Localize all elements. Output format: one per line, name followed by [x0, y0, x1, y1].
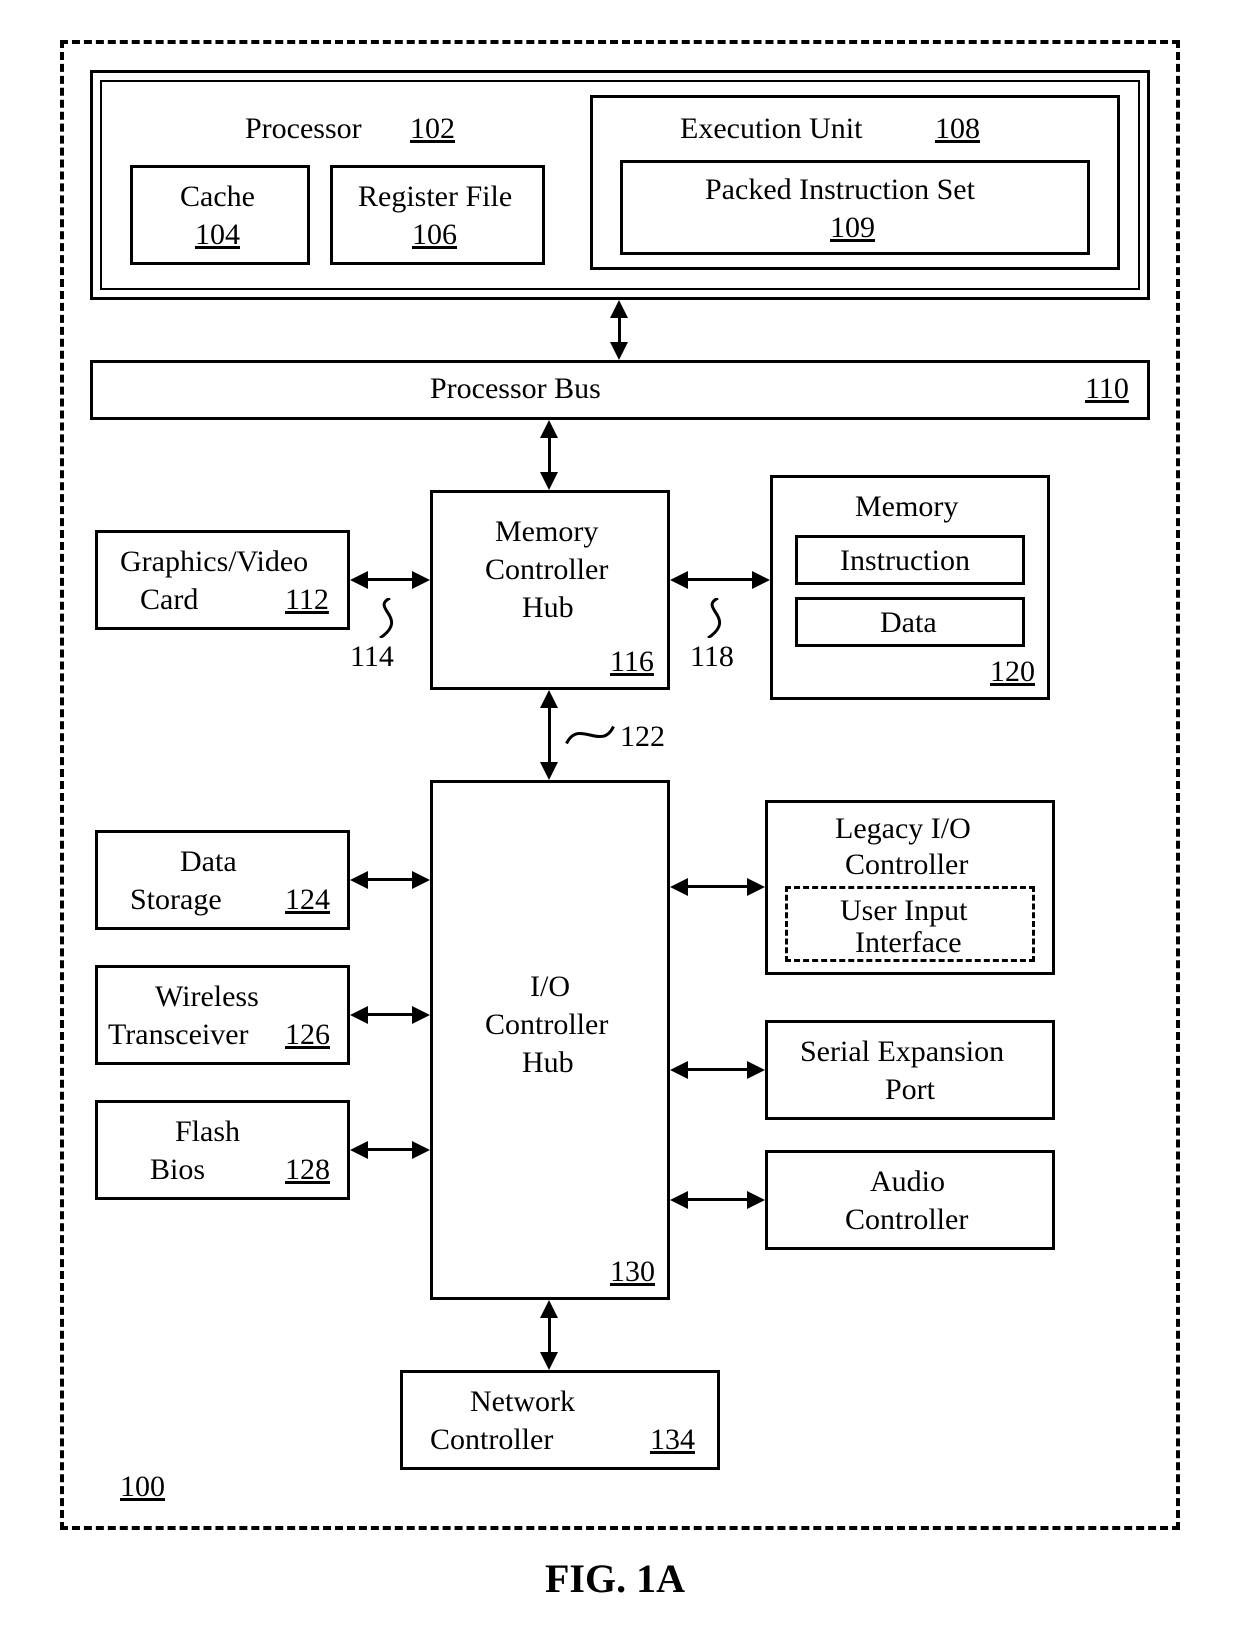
arrowhead-right-icon: [412, 871, 430, 889]
arrow-graphics-mch: [368, 578, 412, 581]
lio-l1: Legacy I/O: [835, 812, 971, 847]
diagram-page: 100 Processor 102 Cache 104 Register Fil…: [0, 0, 1240, 1630]
graphics-l1: Graphics/Video: [120, 545, 308, 580]
ich-l1: I/O: [530, 970, 570, 1005]
fb-ref: 128: [285, 1153, 330, 1188]
squiggle-icon: [688, 598, 748, 638]
arrow-mch-memory: [688, 578, 752, 581]
ds-ref: 124: [285, 883, 330, 918]
arrowhead-left-icon: [350, 1141, 368, 1159]
conn-118-label: 118: [690, 640, 734, 675]
arrowhead-down-icon: [540, 472, 558, 490]
processor-bus-box: [90, 360, 1150, 420]
memory-label: Memory: [855, 490, 958, 525]
arrowhead-down-icon: [540, 1352, 558, 1370]
mch-l1: Memory: [495, 515, 598, 550]
net-ref: 134: [650, 1423, 695, 1458]
execution-unit-label: Execution Unit: [680, 112, 862, 147]
register-file-label: Register File: [358, 180, 512, 215]
arrow-ich-net: [548, 1318, 551, 1352]
ich-ref: 130: [610, 1255, 655, 1290]
fb-l1: Flash: [175, 1115, 240, 1150]
processor-ref: 102: [410, 112, 455, 147]
arrowhead-right-icon: [412, 1006, 430, 1024]
arrowhead-right-icon: [752, 571, 770, 589]
arrow-au-ich: [688, 1198, 747, 1201]
arrow-sp-ich: [688, 1068, 747, 1071]
ich-l3: Hub: [522, 1046, 574, 1081]
arrowhead-left-icon: [350, 871, 368, 889]
execution-unit-ref: 108: [935, 112, 980, 147]
wl-l1: Wireless: [155, 980, 259, 1015]
squiggle-icon: [360, 598, 420, 638]
system-ref: 100: [120, 1470, 165, 1505]
processor-label: Processor: [245, 112, 362, 147]
mch-l2: Controller: [485, 553, 608, 588]
arrowhead-right-icon: [412, 1141, 430, 1159]
arrow-fb-ich: [368, 1148, 412, 1151]
graphics-l2: Card: [140, 583, 198, 618]
sp-l1: Serial Expansion: [800, 1035, 1004, 1070]
arrowhead-right-icon: [747, 1061, 765, 1079]
arrow-mch-ich: [548, 708, 551, 762]
ui-l1: User Input: [840, 894, 967, 929]
arrowhead-left-icon: [670, 571, 688, 589]
arrowhead-left-icon: [670, 1191, 688, 1209]
ds-l2: Storage: [130, 883, 222, 918]
processor-bus-label: Processor Bus: [430, 372, 601, 407]
arrowhead-left-icon: [350, 571, 368, 589]
au-l1: Audio: [870, 1165, 945, 1200]
conn-114-label: 114: [350, 640, 394, 675]
graphics-ref: 112: [285, 583, 329, 618]
packed-instr-ref: 109: [830, 211, 875, 246]
register-file-ref: 106: [412, 218, 457, 253]
processor-bus-ref: 110: [1085, 372, 1129, 407]
ich-l2: Controller: [485, 1008, 608, 1043]
net-l1: Network: [470, 1385, 575, 1420]
mch-ref: 116: [610, 645, 654, 680]
wl-ref: 126: [285, 1018, 330, 1053]
arrowhead-left-icon: [670, 878, 688, 896]
arrowhead-right-icon: [412, 571, 430, 589]
arrow-wl-ich: [368, 1013, 412, 1016]
sp-l2: Port: [885, 1073, 935, 1108]
arrow-ds-ich: [368, 878, 412, 881]
figure-caption: FIG. 1A: [545, 1555, 685, 1602]
memory-ref: 120: [990, 655, 1035, 690]
packed-instr-label: Packed Instruction Set: [705, 173, 975, 208]
conn-122-label: 122: [620, 720, 665, 755]
fb-l2: Bios: [150, 1153, 205, 1188]
arrowhead-left-icon: [670, 1061, 688, 1079]
arrowhead-down-icon: [540, 762, 558, 780]
ui-l2: Interface: [855, 926, 962, 961]
arrowhead-right-icon: [747, 878, 765, 896]
lio-l2: Controller: [845, 848, 968, 883]
cache-label: Cache: [180, 180, 255, 215]
arrowhead-right-icon: [747, 1191, 765, 1209]
ds-l1: Data: [180, 845, 237, 880]
memory-data-label: Data: [880, 606, 937, 641]
arrowhead-up-icon: [610, 300, 628, 318]
mch-l3: Hub: [522, 591, 574, 626]
arrowhead-up-icon: [540, 690, 558, 708]
wl-l2: Transceiver: [108, 1018, 249, 1053]
arrow-lio-ich: [688, 885, 747, 888]
cache-ref: 104: [195, 218, 240, 253]
memory-instruction-label: Instruction: [840, 544, 970, 579]
arrow-bus-mch: [548, 438, 551, 472]
net-l2: Controller: [430, 1423, 553, 1458]
arrowhead-up-icon: [540, 1300, 558, 1318]
arrowhead-down-icon: [610, 342, 628, 360]
arrowhead-left-icon: [350, 1006, 368, 1024]
arrow-proc-bus: [618, 318, 621, 342]
au-l2: Controller: [845, 1203, 968, 1238]
arrowhead-up-icon: [540, 420, 558, 438]
